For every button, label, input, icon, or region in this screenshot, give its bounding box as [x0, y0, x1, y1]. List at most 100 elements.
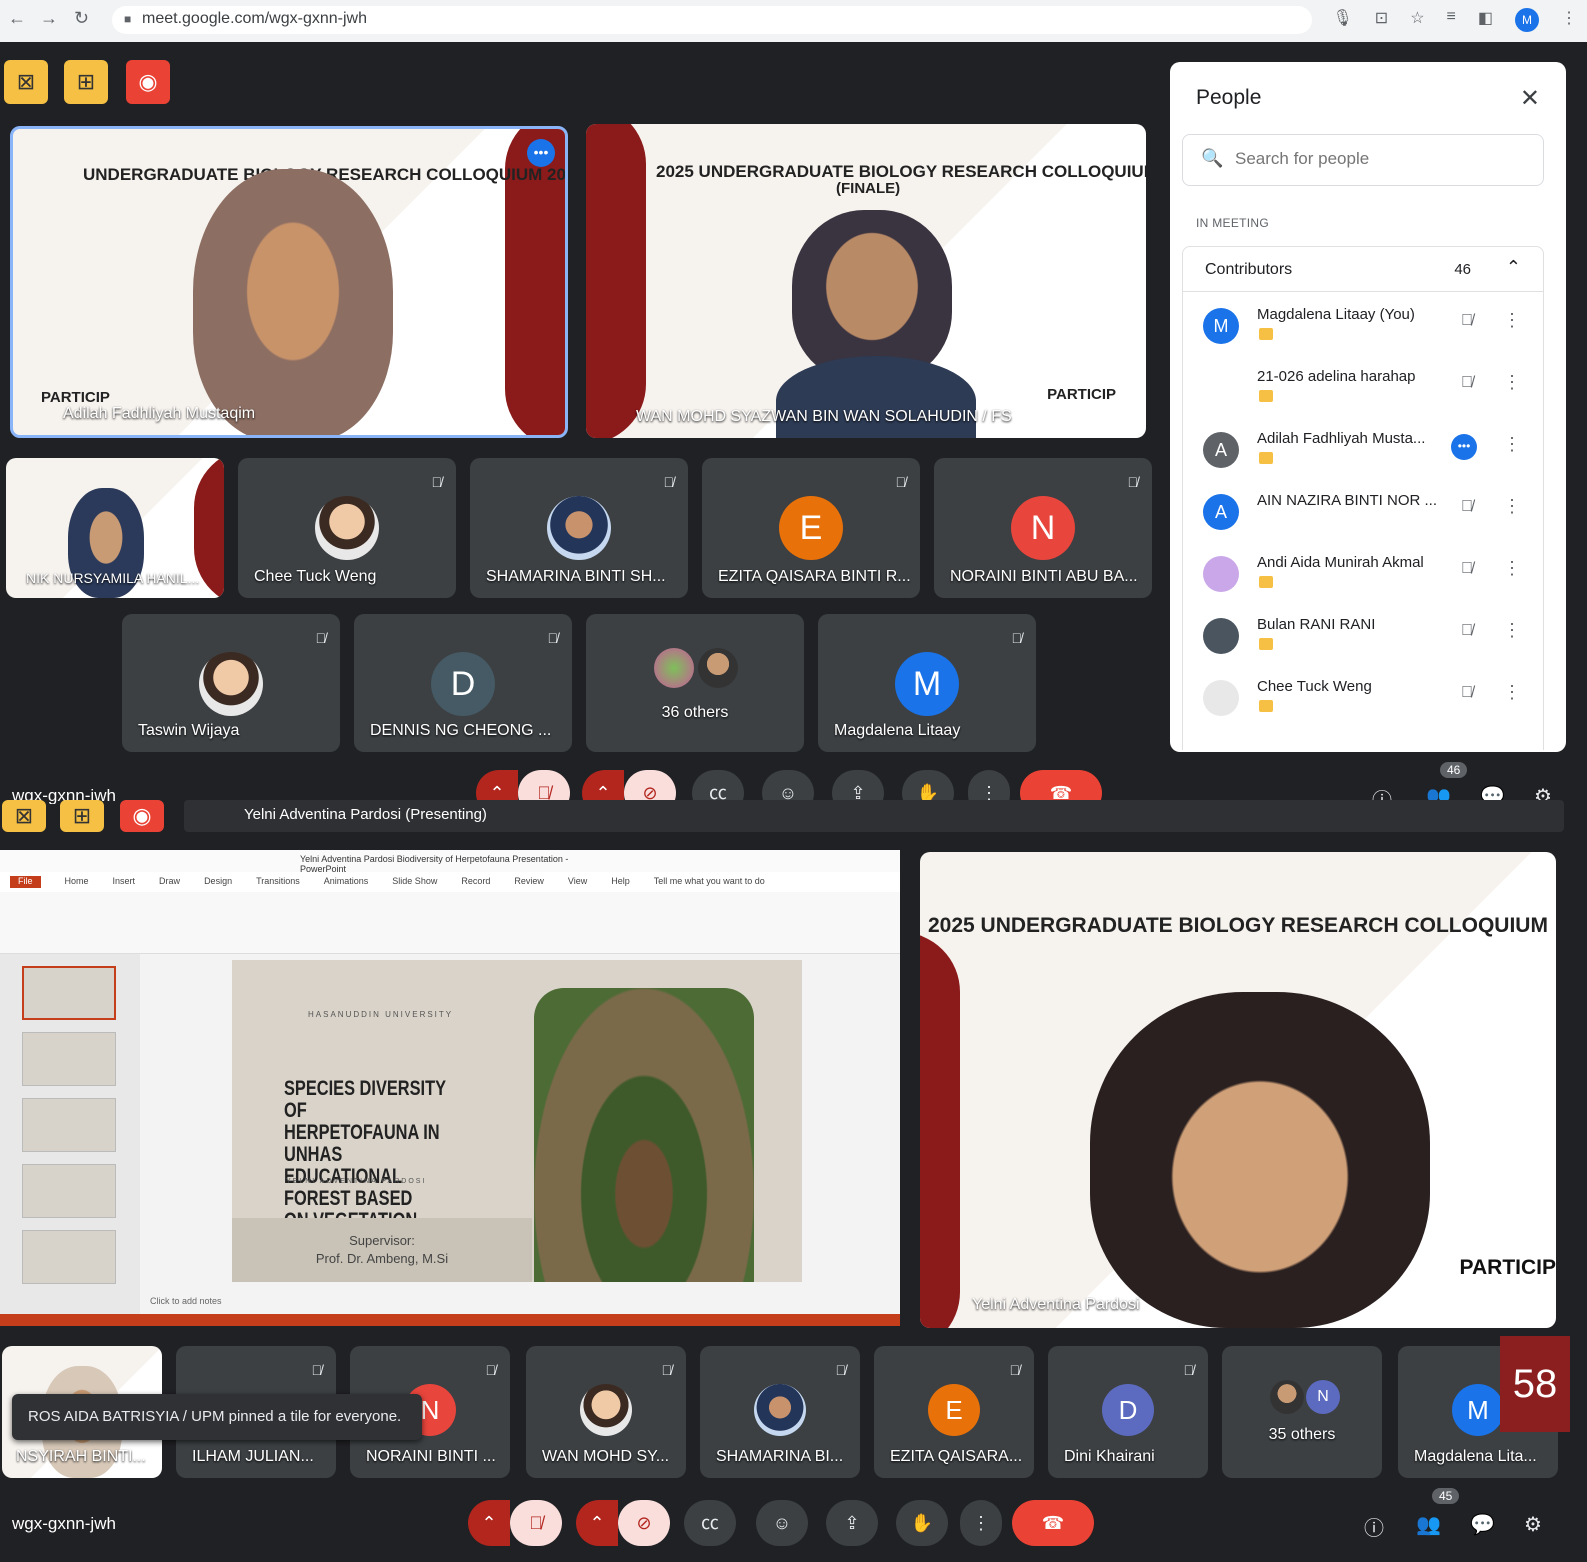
close-icon[interactable]: ✕ — [1520, 84, 1540, 113]
slide-thumbnail[interactable] — [22, 1230, 116, 1284]
person-row[interactable]: Bulan RANI RANI 🎙̸ ⋮ — [1183, 602, 1543, 664]
record-icon[interactable]: ◉ — [120, 800, 164, 832]
person-row[interactable]: M Magdalena Litaay (You) 🎙̸ ⋮ — [1183, 292, 1543, 354]
mic-off-button[interactable]: 🎙̸ — [518, 770, 570, 804]
more-options-icon[interactable]: ⋮ — [1503, 558, 1521, 579]
back-icon[interactable]: ← — [8, 8, 26, 29]
more-options-icon[interactable]: ⋮ — [1503, 496, 1521, 517]
emoji-button[interactable]: ☺ — [756, 1500, 808, 1546]
person-row[interactable]: A Adilah Fadhliyah Musta... ••• ⋮ — [1183, 416, 1543, 478]
chevron-up-icon[interactable]: ⌃ — [1506, 257, 1521, 278]
mic-icon[interactable]: 🎙 — [1332, 8, 1352, 32]
toolbar-yellow-2-icon[interactable]: ⊞ — [64, 60, 108, 104]
camera-off-button[interactable]: ⊘ — [618, 1500, 670, 1546]
video-options-button[interactable]: ⌃ — [576, 1500, 618, 1546]
toolbar-yellow-1-icon[interactable]: ⊠ — [2, 800, 46, 832]
ppt-tab[interactable]: Review — [514, 876, 544, 888]
ppt-tab[interactable]: Animations — [324, 876, 369, 888]
participant-tile[interactable]: 🎙̸ M Magdalena Litaay — [818, 614, 1036, 752]
camera-off-button[interactable]: ⊘ — [624, 770, 676, 804]
person-row[interactable]: Chee Tuck Weng 🎙̸ ⋮ — [1183, 664, 1543, 726]
ppt-tab[interactable]: Tell me what you want to do — [654, 876, 765, 888]
search-field[interactable]: 🔍 — [1182, 134, 1544, 186]
others-tile[interactable]: N 35 others — [1222, 1346, 1382, 1478]
ppt-tab[interactable]: Draw — [159, 876, 180, 888]
more-options-icon[interactable]: ⋮ — [1503, 372, 1521, 393]
present-button[interactable]: ⇪ — [826, 1500, 878, 1546]
sidepanel-icon[interactable]: ◧ — [1478, 8, 1493, 32]
present-button[interactable]: ⇪ — [832, 770, 884, 804]
people-icon[interactable]: 👥 — [1416, 1512, 1441, 1537]
participant-tile[interactable]: NIK NURSYAMILA HANIL... — [6, 458, 224, 598]
participant-tile[interactable]: 🎙̸ SHAMARINA BI... — [700, 1346, 860, 1478]
notes-placeholder[interactable]: Click to add notes — [150, 1296, 222, 1306]
contributors-group[interactable]: Contributors 46 ⌃ — [1182, 246, 1544, 292]
participant-tile[interactable]: 🎙̸ SHAMARINA BINTI SH... — [470, 458, 688, 598]
person-row[interactable]: A AIN NAZIRA BINTI NOR ... 🎙̸ ⋮ — [1183, 478, 1543, 540]
profile-avatar[interactable]: M — [1515, 8, 1539, 32]
person-row[interactable]: 21-026 adelina harahap 🎙̸ ⋮ — [1183, 354, 1543, 416]
more-options-icon[interactable]: ⋮ — [1503, 434, 1521, 455]
participant-tile[interactable]: 🎙̸ WAN MOHD SY... — [526, 1346, 686, 1478]
participant-tile[interactable]: 🎙̸ D DENNIS NG CHEONG ... — [354, 614, 572, 752]
others-tile[interactable]: 36 others — [586, 614, 804, 752]
toolbar-yellow-2-icon[interactable]: ⊞ — [60, 800, 104, 832]
more-options-button[interactable]: ⋮ — [968, 770, 1010, 804]
participant-tile[interactable]: 🎙̸ Chee Tuck Weng — [238, 458, 456, 598]
person-name: Andi Aida Munirah Akmal — [1257, 554, 1424, 571]
participant-tile[interactable]: 🎙̸ E EZITA QAISARA... — [874, 1346, 1034, 1478]
activities-icon[interactable]: ⚙ — [1524, 1512, 1542, 1537]
ppt-tab[interactable]: View — [568, 876, 587, 888]
raise-hand-button[interactable]: ✋ — [896, 1500, 948, 1546]
leave-call-button[interactable]: ☎ — [1012, 1500, 1094, 1546]
install-icon[interactable]: ⊡ — [1375, 8, 1388, 32]
search-input[interactable] — [1235, 149, 1515, 169]
chat-icon[interactable]: 💬 — [1470, 1512, 1495, 1537]
more-options-icon[interactable]: ⋮ — [1503, 620, 1521, 641]
main-tile-1[interactable]: UNDERGRADUATE BIOLOGY RESEARCH COLLOQUIU… — [10, 126, 568, 438]
audio-options-button[interactable]: ⌃ — [468, 1500, 510, 1546]
captions-button[interactable]: ㏄ — [692, 770, 744, 804]
ppt-tab[interactable]: File — [10, 876, 41, 888]
ppt-tab[interactable]: Transitions — [256, 876, 300, 888]
more-options-button[interactable]: ⋮ — [960, 1500, 1002, 1546]
forward-icon[interactable]: → — [40, 8, 58, 29]
emoji-button[interactable]: ☺ — [762, 770, 814, 804]
slide-thumbnail[interactable] — [22, 1032, 116, 1086]
participant-tile[interactable]: 🎙̸ D Dini Khairani — [1048, 1346, 1208, 1478]
more-options-icon[interactable]: ⋮ — [1503, 682, 1521, 703]
video-options-button[interactable]: ⌃ — [582, 770, 624, 804]
slide-thumbnail[interactable] — [22, 1098, 116, 1152]
ppt-tab[interactable]: Help — [611, 876, 630, 888]
slide-thumbnail[interactable] — [22, 1164, 116, 1218]
record-icon[interactable]: ◉ — [126, 60, 170, 104]
reload-icon[interactable]: ↻ — [74, 8, 89, 29]
main-tile-2[interactable]: 2025 UNDERGRADUATE BIOLOGY RESEARCH COLL… — [586, 124, 1146, 438]
audio-options-button[interactable]: ⌃ — [476, 770, 518, 804]
participant-tile[interactable]: 🎙̸ E EZITA QAISARA BINTI R... — [702, 458, 920, 598]
address-bar[interactable]: ■ meet.google.com/wgx-gxnn-jwh — [112, 6, 1312, 34]
info-icon[interactable]: ⓘ — [1364, 1512, 1384, 1541]
ppt-tab[interactable]: Home — [65, 876, 89, 888]
browser-menu-icon[interactable]: ⋮ — [1561, 8, 1577, 32]
ppt-tab[interactable]: Design — [204, 876, 232, 888]
mic-off-button[interactable]: 🎙̸ — [510, 1500, 562, 1546]
person-row[interactable]: Andi Aida Munirah Akmal 🎙̸ ⋮ — [1183, 540, 1543, 602]
participant-tile[interactable]: 🎙̸ Taswin Wijaya — [122, 614, 340, 752]
slide-thumbnail[interactable] — [22, 966, 116, 1020]
star-icon[interactable]: ☆ — [1410, 8, 1424, 32]
more-options-icon[interactable]: ⋮ — [1503, 310, 1521, 331]
captions-button[interactable]: ㏄ — [684, 1500, 736, 1546]
ppt-tab[interactable]: Insert — [113, 876, 136, 888]
ppt-tab[interactable]: Slide Show — [392, 876, 437, 888]
person-name: Magdalena Litaay (You) — [1257, 306, 1415, 323]
ppt-tab[interactable]: Record — [461, 876, 490, 888]
speaker-tile[interactable]: 2025 UNDERGRADUATE BIOLOGY RESEARCH COLL… — [920, 852, 1556, 1328]
leave-call-button[interactable]: ☎ — [1020, 770, 1102, 804]
avatar — [1203, 618, 1239, 654]
raise-hand-button[interactable]: ✋ — [902, 770, 954, 804]
participant-tile[interactable]: 🎙̸ N NORAINI BINTI ABU BA... — [934, 458, 1152, 598]
media-icon[interactable]: ≡ — [1447, 8, 1456, 32]
screen-share-powerpoint[interactable]: Yelni Adventina Pardosi Biodiversity of … — [0, 850, 900, 1326]
toolbar-yellow-1-icon[interactable]: ⊠ — [4, 60, 48, 104]
